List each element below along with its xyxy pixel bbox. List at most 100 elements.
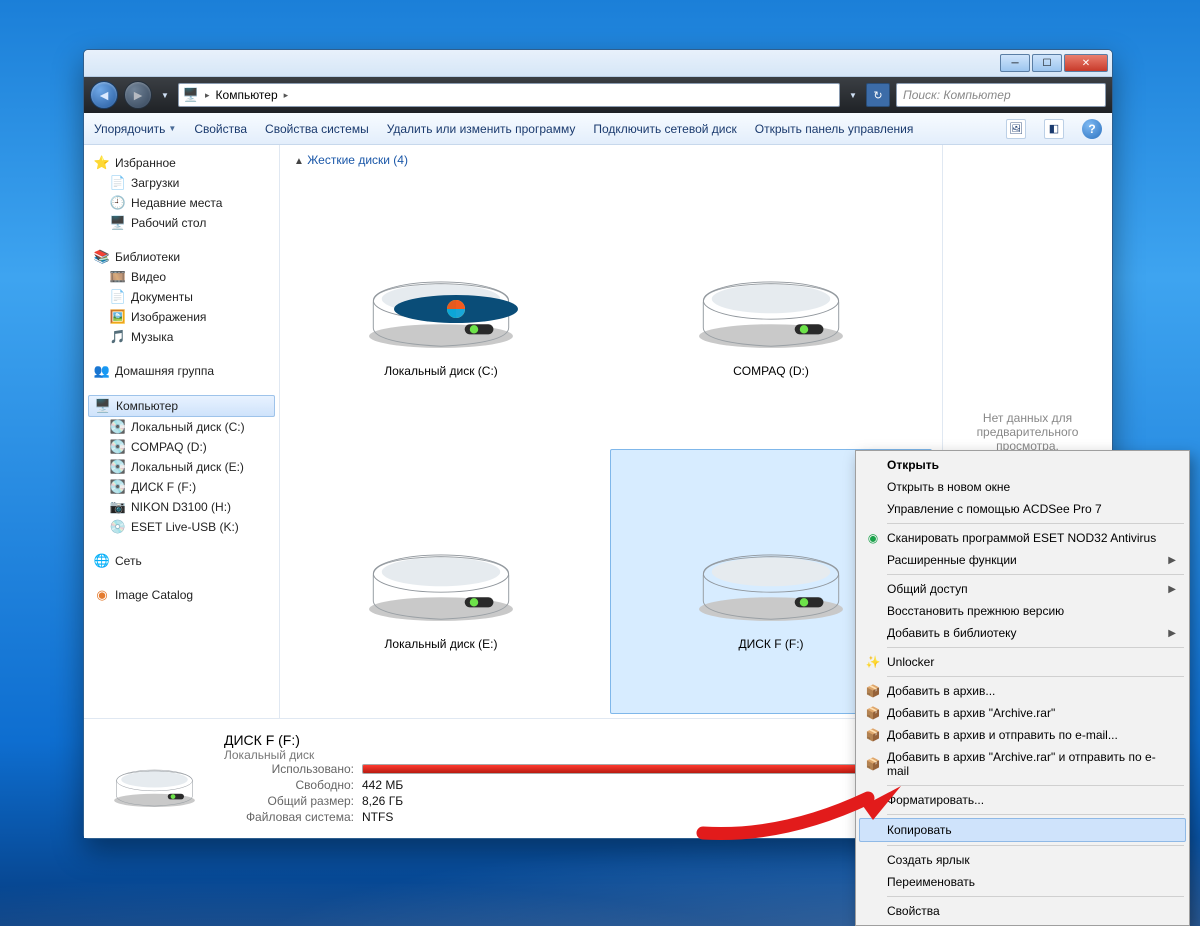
- ctx-acdsee[interactable]: Управление с помощью ACDSee Pro 7: [859, 498, 1186, 520]
- drive-icon: 💽: [110, 459, 126, 475]
- ctx-add-library[interactable]: Добавить в библиотеку▶: [859, 622, 1186, 644]
- rar-icon: 📦: [865, 705, 881, 721]
- sidebar-drive-h[interactable]: 📷NIKON D3100 (H:): [88, 497, 275, 517]
- ctx-restore[interactable]: Восстановить прежнюю версию: [859, 600, 1186, 622]
- address-bar[interactable]: 🖥️ ▸ Компьютер ▸: [178, 83, 840, 107]
- context-menu: Открыть Открыть в новом окне Управление …: [855, 450, 1190, 926]
- titlebar: ─ ☐ ✕: [84, 50, 1112, 77]
- hdd-icon: [686, 516, 856, 626]
- video-icon: 🎞️: [110, 269, 126, 285]
- sidebar-recent[interactable]: 🕘Недавние места: [88, 193, 275, 213]
- ctx-advanced[interactable]: Расширенные функции▶: [859, 549, 1186, 571]
- sidebar-homegroup[interactable]: 👥Домашняя группа: [88, 361, 275, 381]
- sidebar-computer[interactable]: 🖥️Компьютер: [88, 395, 275, 417]
- drive-grid: Локальный диск (C:) COMPAQ (D:) Локальны…: [280, 171, 942, 718]
- hdd-icon: [356, 516, 526, 626]
- breadcrumb-root[interactable]: Компьютер: [216, 88, 278, 102]
- ctx-rar-add-named[interactable]: 📦Добавить в архив "Archive.rar": [859, 702, 1186, 724]
- drive-label: COMPAQ (D:): [733, 364, 809, 378]
- ctx-copy[interactable]: Копировать: [859, 818, 1186, 842]
- ctx-unlocker[interactable]: ✨Unlocker: [859, 651, 1186, 673]
- sidebar-videos[interactable]: 🎞️Видео: [88, 267, 275, 287]
- search-input[interactable]: Поиск: Компьютер: [896, 83, 1106, 107]
- rar-icon: 📦: [865, 683, 881, 699]
- folder-icon: 📄: [110, 175, 126, 191]
- ctx-rar-add[interactable]: 📦Добавить в архив...: [859, 680, 1186, 702]
- preview-pane-button[interactable]: ◧: [1044, 119, 1064, 139]
- homegroup-icon: 👥: [94, 363, 110, 379]
- hdd-icon: [356, 243, 526, 353]
- ctx-share[interactable]: Общий доступ▶: [859, 578, 1186, 600]
- uninstall-button[interactable]: Удалить или изменить программу: [387, 122, 576, 136]
- organize-button[interactable]: Упорядочить▼: [94, 122, 176, 136]
- drive-label: ДИСК F (F:): [738, 637, 803, 651]
- drive-label: Локальный диск (C:): [384, 364, 498, 378]
- usb-icon: 💿: [110, 519, 126, 535]
- control-panel-button[interactable]: Открыть панель управления: [755, 122, 914, 136]
- sidebar-libraries-header[interactable]: 📚Библиотеки: [88, 247, 275, 267]
- sidebar-network[interactable]: 🌐Сеть: [88, 551, 275, 571]
- drive-d[interactable]: COMPAQ (D:): [610, 175, 932, 441]
- drive-label: Локальный диск (E:): [385, 637, 498, 651]
- ctx-create-shortcut[interactable]: Создать ярлык: [859, 849, 1186, 871]
- music-icon: 🎵: [110, 329, 126, 345]
- eset-icon: ◉: [865, 530, 881, 546]
- doc-icon: 📄: [110, 289, 126, 305]
- content-area: ▲ Жесткие диски (4) Локальный диск (C:) …: [280, 145, 942, 718]
- free-label: Свободно:: [224, 778, 354, 792]
- maximize-button[interactable]: ☐: [1032, 54, 1062, 72]
- sidebar-drive-k[interactable]: 💿ESET Live-USB (K:): [88, 517, 275, 537]
- address-dropdown[interactable]: ▼: [846, 81, 860, 109]
- sidebar-drive-e[interactable]: 💽Локальный диск (E:): [88, 457, 275, 477]
- sidebar-image-catalog[interactable]: ◉Image Catalog: [88, 585, 275, 605]
- system-properties-button[interactable]: Свойства системы: [265, 122, 369, 136]
- ctx-rename[interactable]: Переименовать: [859, 871, 1186, 893]
- used-label: Использовано:: [224, 762, 354, 776]
- computer-icon: 🖥️: [183, 87, 199, 103]
- section-header[interactable]: ▲ Жесткие диски (4): [280, 145, 942, 171]
- sidebar-music[interactable]: 🎵Музыка: [88, 327, 275, 347]
- map-drive-button[interactable]: Подключить сетевой диск: [593, 122, 736, 136]
- drive-icon: 💽: [110, 439, 126, 455]
- hdd-icon: [686, 243, 856, 353]
- star-icon: ⭐: [94, 155, 110, 171]
- recent-icon: 🕘: [110, 195, 126, 211]
- ctx-rar-email-named[interactable]: 📦Добавить в архив "Archive.rar" и отправ…: [859, 746, 1186, 782]
- sidebar-drive-f[interactable]: 💽ДИСК F (F:): [88, 477, 275, 497]
- ctx-open[interactable]: Открыть: [859, 454, 1186, 476]
- drive-c[interactable]: Локальный диск (C:): [280, 175, 602, 441]
- refresh-button[interactable]: ↻: [866, 83, 890, 107]
- sidebar-documents[interactable]: 📄Документы: [88, 287, 275, 307]
- sidebar-desktop[interactable]: 🖥️Рабочий стол: [88, 213, 275, 233]
- ctx-open-new-window[interactable]: Открыть в новом окне: [859, 476, 1186, 498]
- help-button[interactable]: ?: [1082, 119, 1102, 139]
- history-dropdown[interactable]: ▼: [158, 81, 172, 109]
- close-button[interactable]: ✕: [1064, 54, 1108, 72]
- sidebar-favorites-header[interactable]: ⭐Избранное: [88, 153, 275, 173]
- forward-button[interactable]: ►: [124, 81, 152, 109]
- ctx-eset-scan[interactable]: ◉Сканировать программой ESET NOD32 Antiv…: [859, 527, 1186, 549]
- ctx-rar-email[interactable]: 📦Добавить в архив и отправить по e-mail.…: [859, 724, 1186, 746]
- free-value: 442 МБ: [362, 778, 403, 792]
- total-label: Общий размер:: [224, 794, 354, 808]
- drive-e[interactable]: Локальный диск (E:): [280, 449, 602, 715]
- minimize-button[interactable]: ─: [1000, 54, 1030, 72]
- ctx-format[interactable]: Форматировать...: [859, 789, 1186, 811]
- sidebar-pictures[interactable]: 🖼️Изображения: [88, 307, 275, 327]
- ctx-properties[interactable]: Свойства: [859, 900, 1186, 922]
- rar-icon: 📦: [865, 756, 881, 772]
- properties-button[interactable]: Свойства: [194, 122, 247, 136]
- view-mode-button[interactable]: 🖼: [1006, 119, 1026, 139]
- sidebar-downloads[interactable]: 📄Загрузки: [88, 173, 275, 193]
- details-thumbnail: [104, 744, 204, 814]
- drive-icon: 💽: [110, 479, 126, 495]
- sidebar: ⭐Избранное 📄Загрузки 🕘Недавние места 🖥️Р…: [84, 145, 280, 718]
- sidebar-drive-c[interactable]: 💽Локальный диск (C:): [88, 417, 275, 437]
- drive-icon: 💽: [110, 419, 126, 435]
- camera-icon: 📷: [110, 499, 126, 515]
- wand-icon: ✨: [865, 654, 881, 670]
- sidebar-drive-d[interactable]: 💽COMPAQ (D:): [88, 437, 275, 457]
- catalog-icon: ◉: [94, 587, 110, 603]
- fs-label: Файловая система:: [224, 810, 354, 824]
- back-button[interactable]: ◄: [90, 81, 118, 109]
